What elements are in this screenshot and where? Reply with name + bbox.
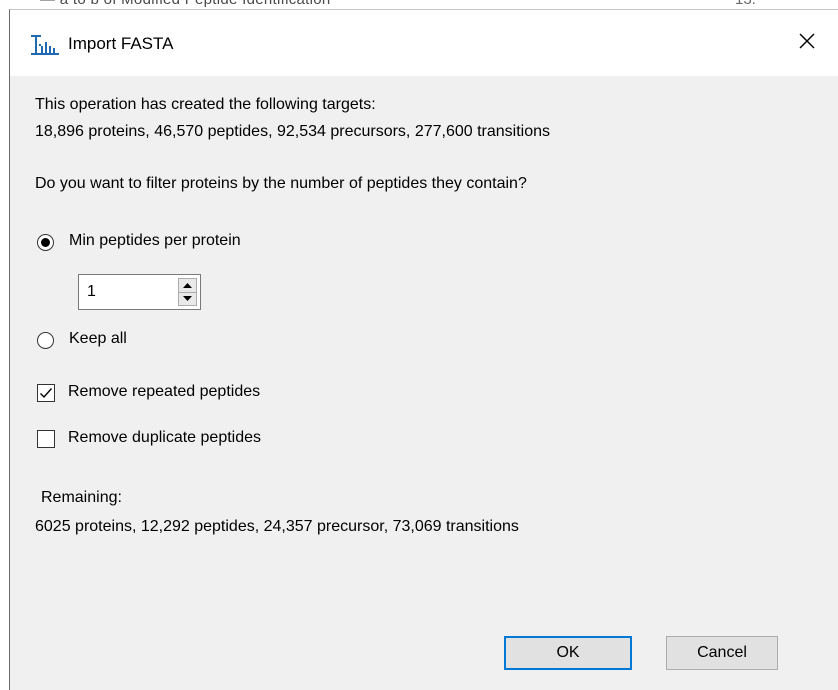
created-targets-heading: This operation has created the following…	[35, 96, 376, 113]
remove-duplicate-label[interactable]: Remove duplicate peptides	[68, 429, 261, 447]
remove-repeated-label[interactable]: Remove repeated peptides	[68, 383, 260, 401]
ok-button[interactable]: OK	[504, 636, 632, 670]
cancel-button[interactable]: Cancel	[666, 636, 778, 670]
filter-question: Do you want to filter proteins by the nu…	[35, 175, 527, 192]
close-button[interactable]	[776, 10, 838, 76]
caret-down-icon	[183, 296, 192, 302]
skyline-bars-icon	[31, 34, 59, 56]
dialog-title: Import FASTA	[68, 34, 174, 53]
title-bar[interactable]: Import FASTA	[10, 10, 838, 76]
min-peptides-value[interactable]: 1	[87, 283, 96, 301]
background-window-text: — a to b of Modified Peptide Identificat…	[40, 0, 331, 8]
caret-up-icon	[183, 282, 192, 288]
remaining-heading: Remaining:	[41, 489, 122, 506]
close-icon	[799, 33, 815, 54]
min-peptides-radio[interactable]	[37, 234, 54, 251]
min-peptides-stepper[interactable]: 1	[78, 274, 201, 310]
created-targets-counts: 18,896 proteins, 46,570 peptides, 92,534…	[35, 123, 551, 140]
remove-duplicate-checkbox[interactable]	[37, 430, 55, 448]
stepper-down-button[interactable]	[178, 292, 197, 306]
keep-all-label[interactable]: Keep all	[69, 330, 127, 348]
import-fasta-dialog: Import FASTA This operation has created …	[9, 9, 838, 690]
min-peptides-label[interactable]: Min peptides per protein	[69, 232, 241, 250]
remove-repeated-checkbox[interactable]	[37, 384, 55, 402]
background-window-number: 13.	[735, 0, 756, 8]
stepper-up-button[interactable]	[178, 278, 197, 293]
dialog-content: This operation has created the following…	[10, 76, 838, 690]
checkmark-icon	[40, 388, 53, 399]
remaining-counts: 6025 proteins, 12,292 peptides, 24,357 p…	[35, 518, 519, 535]
keep-all-radio[interactable]	[37, 332, 54, 349]
